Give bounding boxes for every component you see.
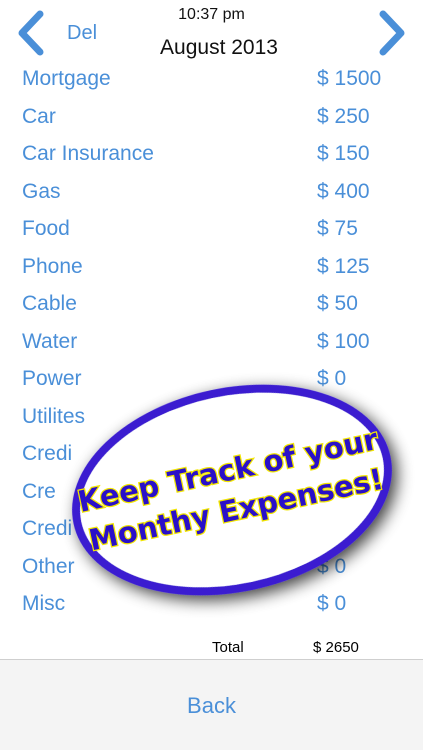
expense-name: Water bbox=[22, 329, 78, 353]
expense-row[interactable]: Car $ 250 bbox=[0, 98, 423, 136]
expense-row[interactable]: Food $ 75 bbox=[0, 210, 423, 248]
expense-name: Mortgage bbox=[22, 67, 111, 90]
expense-row[interactable]: Mortgage $ 1500 bbox=[0, 60, 423, 98]
back-button[interactable]: Back bbox=[0, 660, 423, 750]
expense-name: Gas bbox=[22, 179, 61, 203]
expense-row[interactable]: Phone $ 125 bbox=[0, 248, 423, 286]
expense-row[interactable]: Gas $ 400 bbox=[0, 173, 423, 211]
expense-row[interactable]: Car Insurance $ 150 bbox=[0, 135, 423, 173]
header: Del 10:37 pm August 2013 bbox=[0, 0, 423, 62]
expense-amount[interactable]: $ 250 bbox=[317, 105, 370, 129]
expense-amount[interactable]: $ 400 bbox=[317, 180, 370, 204]
screen: Del 10:37 pm August 2013 Mortgage $ 1500 … bbox=[0, 0, 423, 750]
expense-amount[interactable]: $ 100 bbox=[317, 330, 370, 354]
expense-amount[interactable]: $ 125 bbox=[317, 255, 370, 279]
total-label: Total bbox=[212, 639, 244, 656]
expense-name: Car bbox=[22, 104, 56, 128]
total-value: $ 2650 bbox=[313, 639, 359, 656]
status-time: 10:37 pm bbox=[178, 6, 245, 23]
expense-name: Cable bbox=[22, 292, 77, 315]
promo-badge: Keep Track of your Monthy Expenses! bbox=[72, 384, 392, 596]
month-title: August 2013 bbox=[160, 36, 278, 59]
expense-name: Phone bbox=[22, 254, 83, 278]
expense-amount[interactable]: $ 1500 bbox=[317, 67, 381, 91]
chevron-right-icon[interactable] bbox=[377, 10, 409, 56]
expense-name: Car Insurance bbox=[22, 142, 154, 165]
expense-row[interactable]: Cable $ 50 bbox=[0, 285, 423, 323]
bottom-bar: Back bbox=[0, 659, 423, 750]
promo-ellipse-group: Keep Track of your Monthy Expenses! bbox=[72, 384, 392, 596]
expense-amount[interactable]: $ 150 bbox=[317, 142, 370, 166]
expense-row[interactable]: Water $ 100 bbox=[0, 323, 423, 361]
expense-amount[interactable]: $ 50 bbox=[317, 292, 358, 316]
expense-amount[interactable]: $ 75 bbox=[317, 217, 358, 241]
expense-name: Food bbox=[22, 217, 70, 240]
